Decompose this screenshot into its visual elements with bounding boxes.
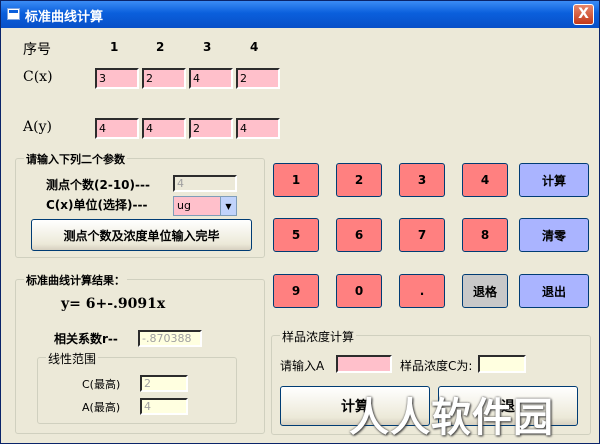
cx-input-4[interactable]: 2 bbox=[236, 68, 280, 89]
sample-result-label: 样品浓度C为: bbox=[400, 359, 473, 373]
linear-range-title: 线性范围 bbox=[46, 350, 99, 367]
index-header-label: 序号 bbox=[23, 42, 51, 58]
unit-label: C(x)单位(选择)--- bbox=[46, 198, 148, 212]
confirm-params-button[interactable]: 测点个数及浓度单位输入完毕 bbox=[31, 219, 252, 251]
column-header-1: 1 bbox=[110, 40, 119, 54]
unit-select-value: ug bbox=[177, 199, 191, 212]
key-9-button[interactable]: 9 bbox=[273, 274, 319, 308]
sample-concentration-value bbox=[478, 355, 526, 373]
cx-input-1[interactable]: 3 bbox=[95, 68, 139, 89]
key-0-button[interactable]: 0 bbox=[336, 274, 382, 308]
c-max-label: C(最高) bbox=[82, 378, 121, 391]
regression-equation: y= 6+-.9091x bbox=[61, 296, 166, 312]
result-group-title: 标准曲线计算结果： bbox=[24, 272, 127, 288]
close-button[interactable]: X bbox=[573, 4, 594, 25]
c-max-value: 2 bbox=[140, 375, 188, 392]
linear-range-group: 线性范围 C(最高) 2 A(最高) 4 bbox=[37, 350, 237, 424]
app-icon bbox=[7, 8, 20, 20]
key-dot-button[interactable]: . bbox=[399, 274, 445, 308]
key-3-button[interactable]: 3 bbox=[399, 163, 445, 197]
key-6-button[interactable]: 6 bbox=[336, 218, 382, 252]
params-group-title: 请输入下列二个参数 bbox=[24, 151, 127, 167]
correlation-label: 相关系数r-- bbox=[54, 332, 118, 346]
window-title: 标准曲线计算 bbox=[25, 10, 104, 25]
params-group: 请输入下列二个参数 测点个数(2-10)--- 4 C(x)单位(选择)--- … bbox=[15, 151, 265, 258]
key-1-button[interactable]: 1 bbox=[273, 163, 319, 197]
column-header-2: 2 bbox=[156, 40, 165, 54]
key-4-button[interactable]: 4 bbox=[462, 163, 508, 197]
watermark-text: 人人软件园 bbox=[349, 395, 554, 441]
ay-input-2[interactable]: 4 bbox=[142, 118, 186, 139]
column-header-4: 4 bbox=[250, 40, 259, 54]
count-label: 测点个数(2-10)--- bbox=[46, 178, 150, 192]
cx-input-2[interactable]: 2 bbox=[142, 68, 186, 89]
ay-input-1[interactable]: 4 bbox=[95, 118, 139, 139]
title-bar[interactable]: 标准曲线计算 X bbox=[1, 1, 599, 28]
exit-button[interactable]: 退出 bbox=[519, 274, 589, 308]
chevron-down-icon[interactable]: ▼ bbox=[220, 197, 236, 215]
clear-button[interactable]: 清零 bbox=[519, 218, 589, 252]
count-input[interactable]: 4 bbox=[173, 175, 237, 192]
column-header-3: 3 bbox=[203, 40, 212, 54]
sample-absorbance-input[interactable] bbox=[336, 355, 392, 373]
cx-input-3[interactable]: 4 bbox=[189, 68, 233, 89]
unit-select[interactable]: ug ▼ bbox=[173, 196, 237, 216]
compute-button[interactable]: 计算 bbox=[519, 163, 589, 197]
correlation-value: -.870388 bbox=[138, 330, 202, 347]
backspace-button[interactable]: 退格 bbox=[462, 274, 508, 308]
sample-input-label: 请输入A bbox=[280, 359, 325, 373]
key-5-button[interactable]: 5 bbox=[273, 218, 319, 252]
result-group: 标准曲线计算结果： y= 6+-.9091x 相关系数r-- -.870388 … bbox=[15, 272, 265, 434]
key-7-button[interactable]: 7 bbox=[399, 218, 445, 252]
ay-input-4[interactable]: 4 bbox=[236, 118, 280, 139]
key-2-button[interactable]: 2 bbox=[336, 163, 382, 197]
app-window: 标准曲线计算 X 序号 1 2 3 4 C(x) 3 2 4 2 A(y) 4 … bbox=[0, 0, 600, 444]
sample-group-title: 样品浓度计算 bbox=[280, 328, 357, 345]
ay-row-label: A(y) bbox=[23, 119, 52, 135]
key-8-button[interactable]: 8 bbox=[462, 218, 508, 252]
cx-row-label: C(x) bbox=[23, 69, 53, 85]
a-max-label: A(最高) bbox=[82, 401, 121, 414]
a-max-value: 4 bbox=[140, 398, 188, 415]
ay-input-3[interactable]: 2 bbox=[189, 118, 233, 139]
